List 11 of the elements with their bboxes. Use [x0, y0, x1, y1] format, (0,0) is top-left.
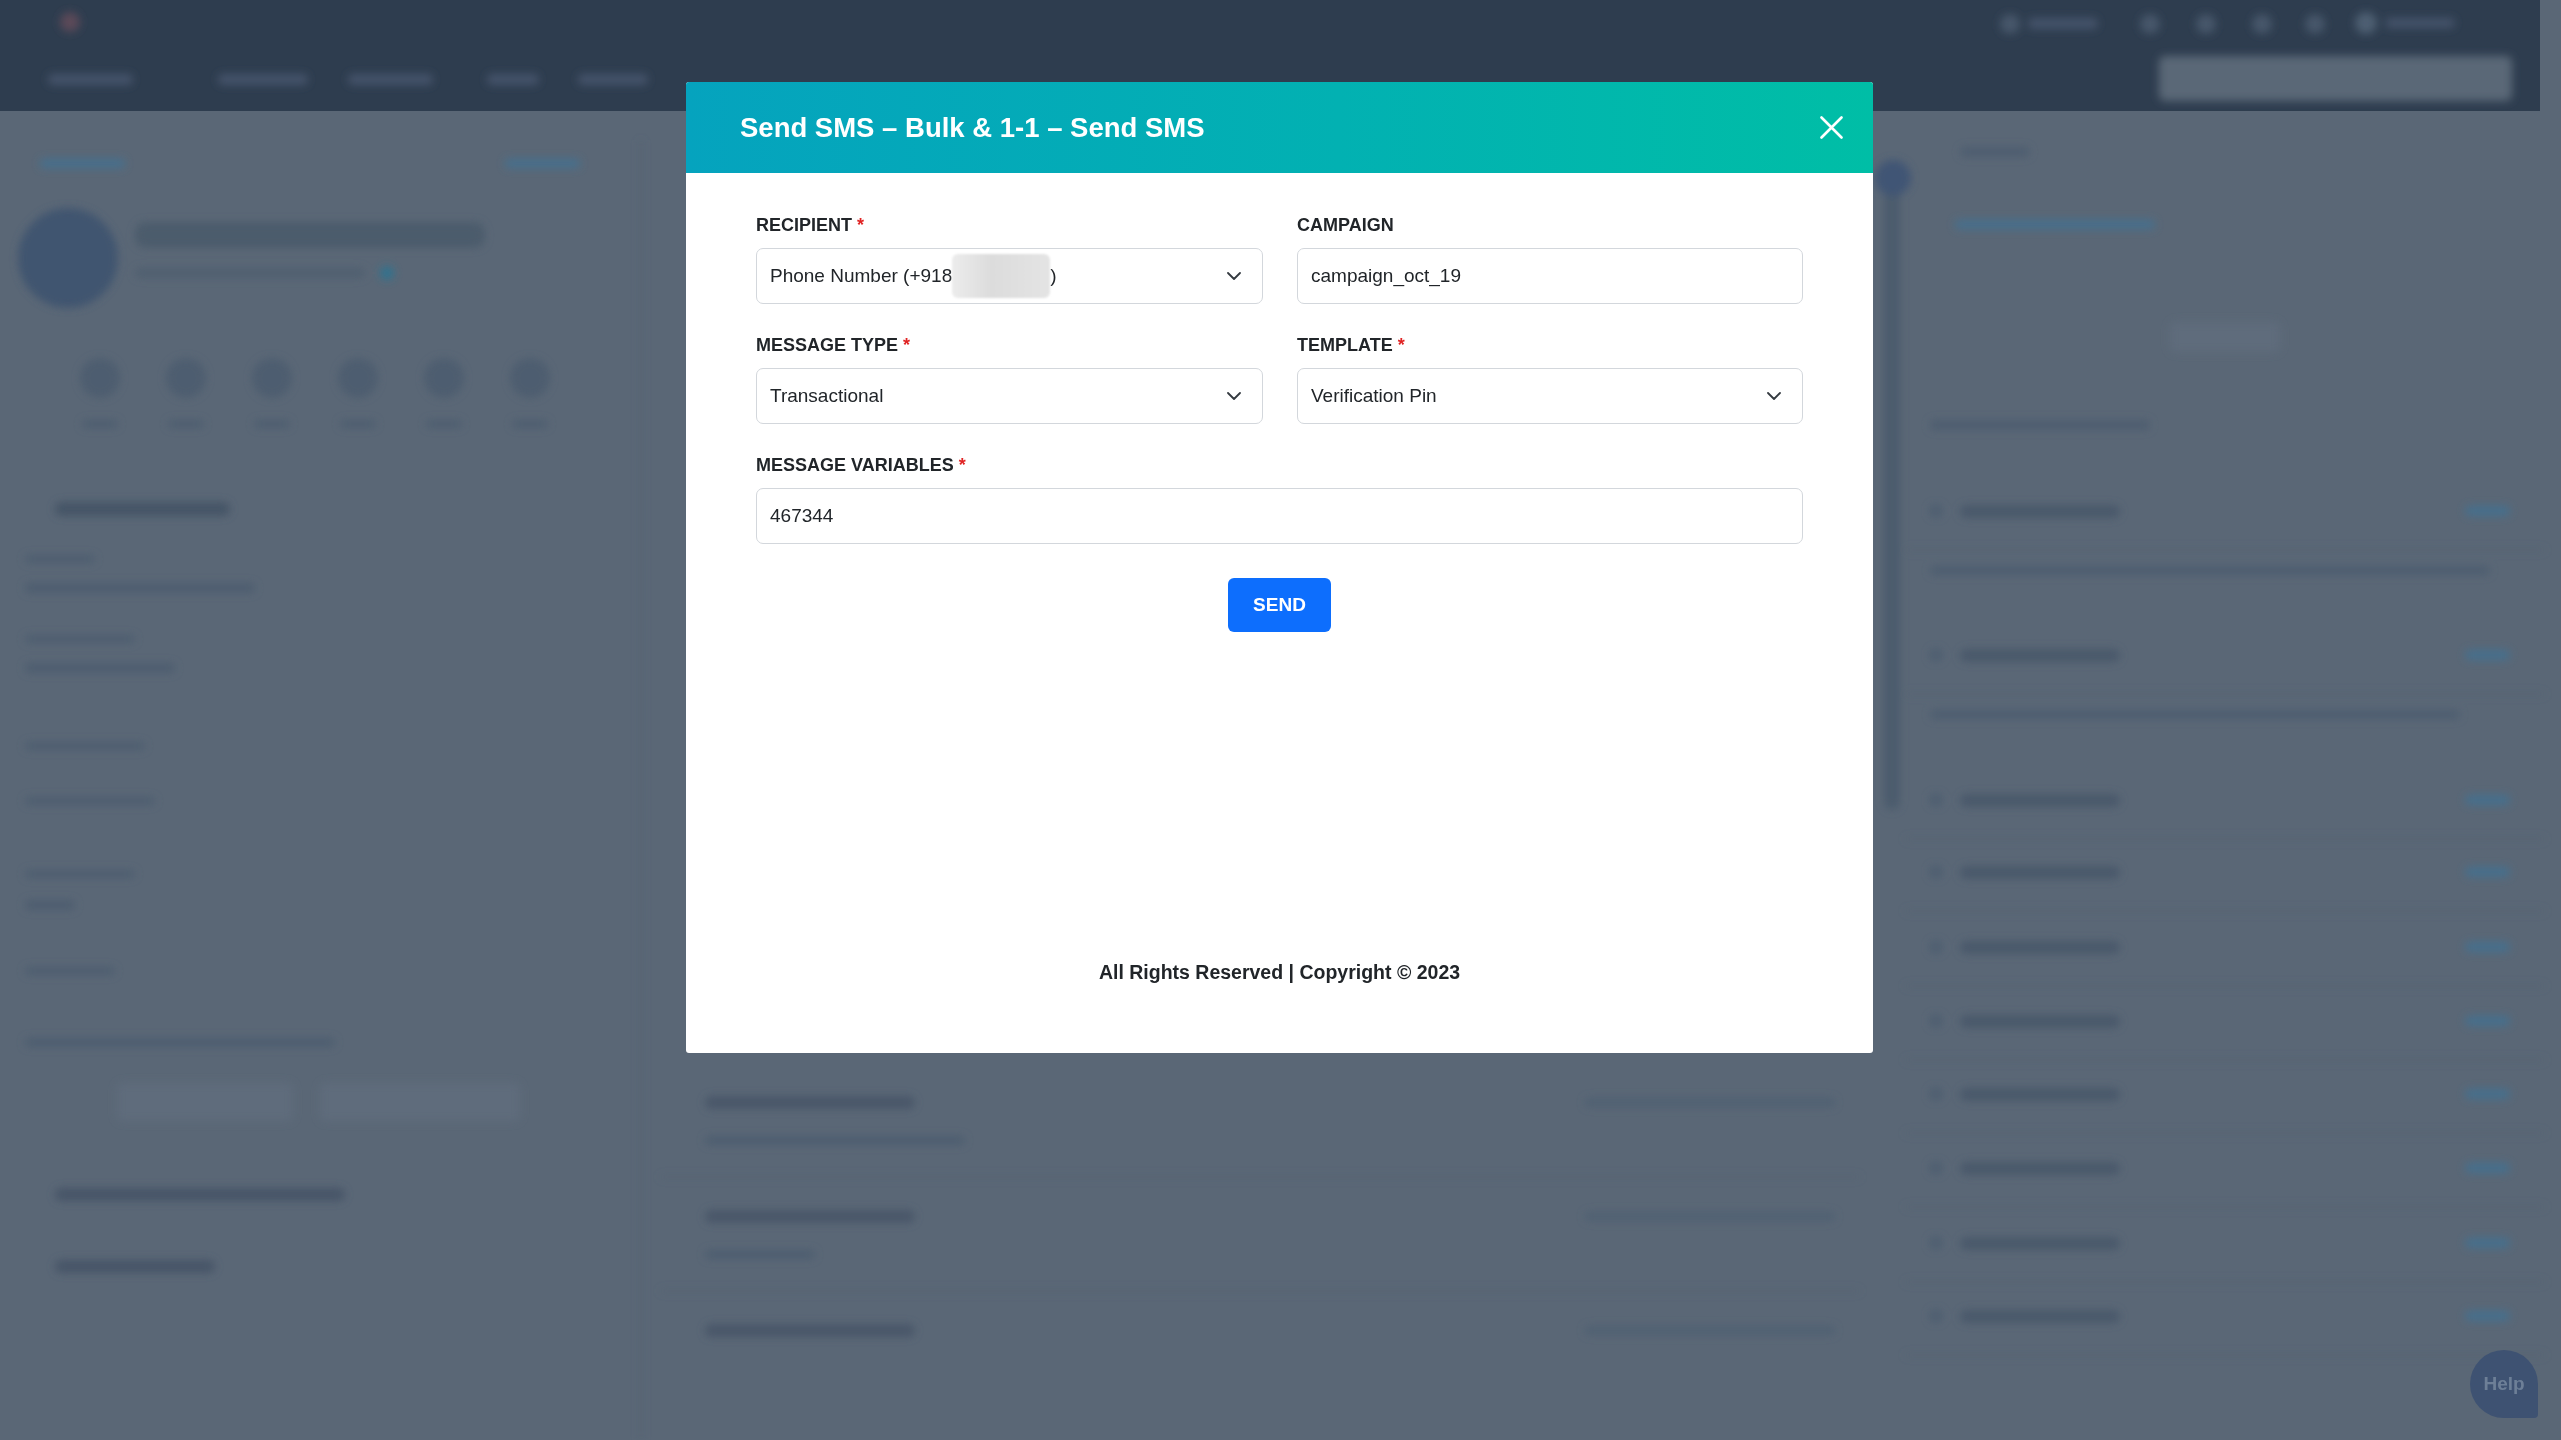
field-label: MESSAGE TYPE [756, 334, 899, 356]
required-mark: * [857, 214, 865, 236]
dialog-title: Send SMS – Bulk & 1-1 – Send SMS [740, 111, 1205, 144]
field-label: TEMPLATE [1297, 334, 1393, 356]
required-mark: * [958, 454, 966, 476]
field-label: CAMPAIGN [1297, 214, 1394, 236]
field-label: RECIPIENT [756, 214, 852, 236]
field-label: MESSAGE VARIABLES [756, 454, 954, 476]
copyright-text: All Rights Reserved | Copyright © 2023 [1098, 960, 1461, 984]
required-mark: * [903, 334, 911, 356]
required-mark: * [1397, 334, 1405, 356]
